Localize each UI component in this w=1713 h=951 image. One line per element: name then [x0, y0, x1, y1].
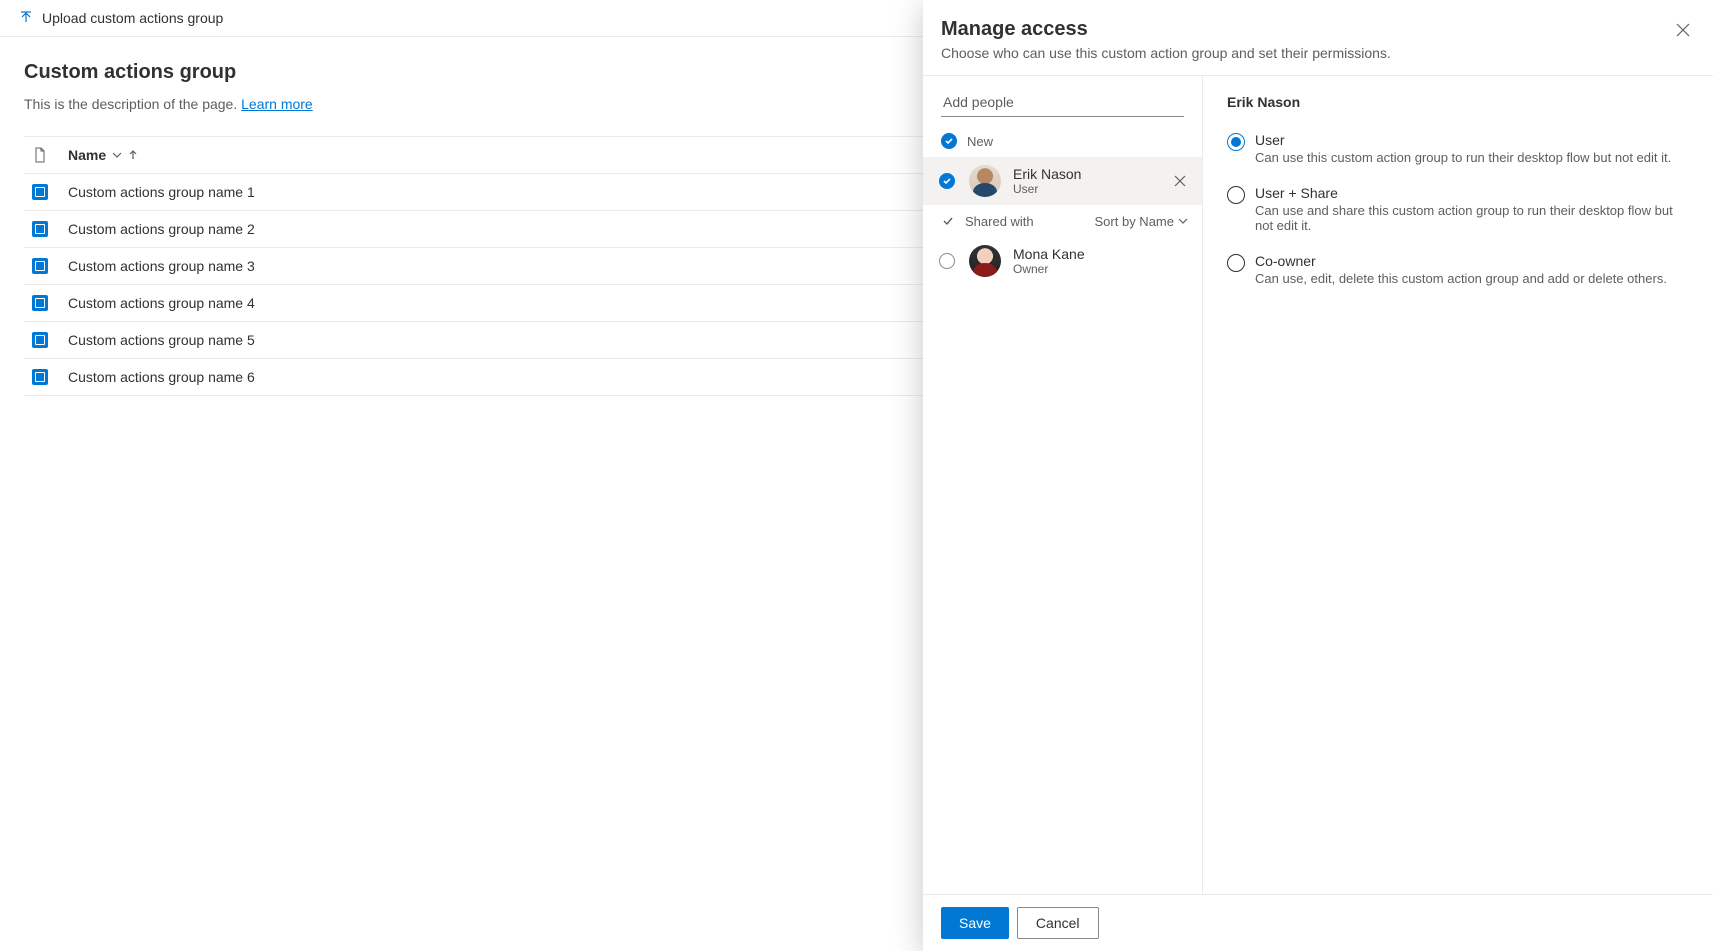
- permission-title: User + Share: [1255, 185, 1689, 201]
- avatar: [969, 245, 1001, 277]
- group-icon: [32, 332, 48, 348]
- add-people-input[interactable]: [941, 88, 1184, 117]
- panel-title: Manage access: [941, 18, 1689, 41]
- permission-option-coowner[interactable]: Co-owner Can use, edit, delete this cust…: [1227, 245, 1689, 298]
- avatar: [969, 165, 1001, 197]
- group-icon: [32, 295, 48, 311]
- group-icon: [32, 221, 48, 237]
- panel-header: Manage access Choose who can use this cu…: [923, 0, 1713, 76]
- permission-desc: Can use this custom action group to run …: [1255, 150, 1671, 165]
- person-name: Erik Nason: [1013, 166, 1081, 182]
- cancel-button[interactable]: Cancel: [1017, 907, 1099, 939]
- row-icon-cell: [24, 285, 68, 322]
- group-icon: [32, 369, 48, 385]
- col-icon: [24, 137, 68, 174]
- row-icon-cell: [24, 359, 68, 396]
- checkmark-badge-icon: [939, 173, 955, 189]
- row-icon-cell: [24, 211, 68, 248]
- permissions-heading: Erik Nason: [1227, 94, 1689, 110]
- people-column: New Erik Nason User Shared with Sort by …: [923, 76, 1203, 894]
- upload-icon: [18, 10, 34, 26]
- close-button[interactable]: [1667, 14, 1699, 46]
- permission-desc: Can use and share this custom action gro…: [1255, 203, 1689, 233]
- panel-body: New Erik Nason User Shared with Sort by …: [923, 76, 1713, 894]
- upload-label: Upload custom actions group: [42, 10, 223, 26]
- permission-title: User: [1255, 132, 1671, 148]
- save-button[interactable]: Save: [941, 907, 1009, 939]
- row-icon-cell: [24, 322, 68, 359]
- section-shared-with: Shared with Sort by Name: [923, 205, 1202, 237]
- row-icon-cell: [24, 174, 68, 211]
- page-description-text: This is the description of the page.: [24, 96, 237, 112]
- sort-asc-icon: [128, 150, 138, 160]
- add-people-field: [941, 88, 1184, 117]
- manage-access-panel: Manage access Choose who can use this cu…: [923, 0, 1713, 951]
- group-icon: [32, 258, 48, 274]
- permission-option-user[interactable]: User Can use this custom action group to…: [1227, 124, 1689, 177]
- section-new[interactable]: New: [923, 125, 1202, 157]
- sort-label: Sort by Name: [1095, 214, 1174, 229]
- panel-footer: Save Cancel: [923, 894, 1713, 951]
- upload-button[interactable]: Upload custom actions group: [18, 10, 223, 26]
- panel-subtitle: Choose who can use this custom action gr…: [941, 45, 1689, 61]
- document-icon: [32, 147, 48, 163]
- permission-option-user_share[interactable]: User + Share Can use and share this cust…: [1227, 177, 1689, 245]
- person-row[interactable]: Mona Kane Owner: [923, 237, 1202, 285]
- radio-icon: [1227, 254, 1245, 272]
- unselected-radio-icon: [939, 253, 955, 269]
- close-icon: [1174, 175, 1186, 187]
- checkmark-icon: [941, 214, 955, 228]
- sort-button[interactable]: Sort by Name: [1095, 214, 1188, 229]
- section-new-label: New: [967, 134, 993, 149]
- col-name-label: Name: [68, 147, 106, 163]
- radio-icon: [1227, 133, 1245, 151]
- person-role: User: [1013, 182, 1081, 196]
- close-icon: [1676, 23, 1690, 37]
- checkmark-badge-icon: [941, 133, 957, 149]
- section-shared-label: Shared with: [965, 214, 1034, 229]
- person-role: Owner: [1013, 262, 1085, 276]
- learn-more-link[interactable]: Learn more: [241, 96, 313, 112]
- group-icon: [32, 184, 48, 200]
- remove-person-button[interactable]: [1170, 171, 1190, 191]
- row-icon-cell: [24, 248, 68, 285]
- chevron-down-icon: [1178, 216, 1188, 226]
- permission-title: Co-owner: [1255, 253, 1667, 269]
- radio-icon: [1227, 186, 1245, 204]
- permission-desc: Can use, edit, delete this custom action…: [1255, 271, 1667, 286]
- person-row[interactable]: Erik Nason User: [923, 157, 1202, 205]
- person-name: Mona Kane: [1013, 246, 1085, 262]
- permissions-column: Erik Nason User Can use this custom acti…: [1203, 76, 1713, 894]
- chevron-down-icon: [112, 150, 122, 160]
